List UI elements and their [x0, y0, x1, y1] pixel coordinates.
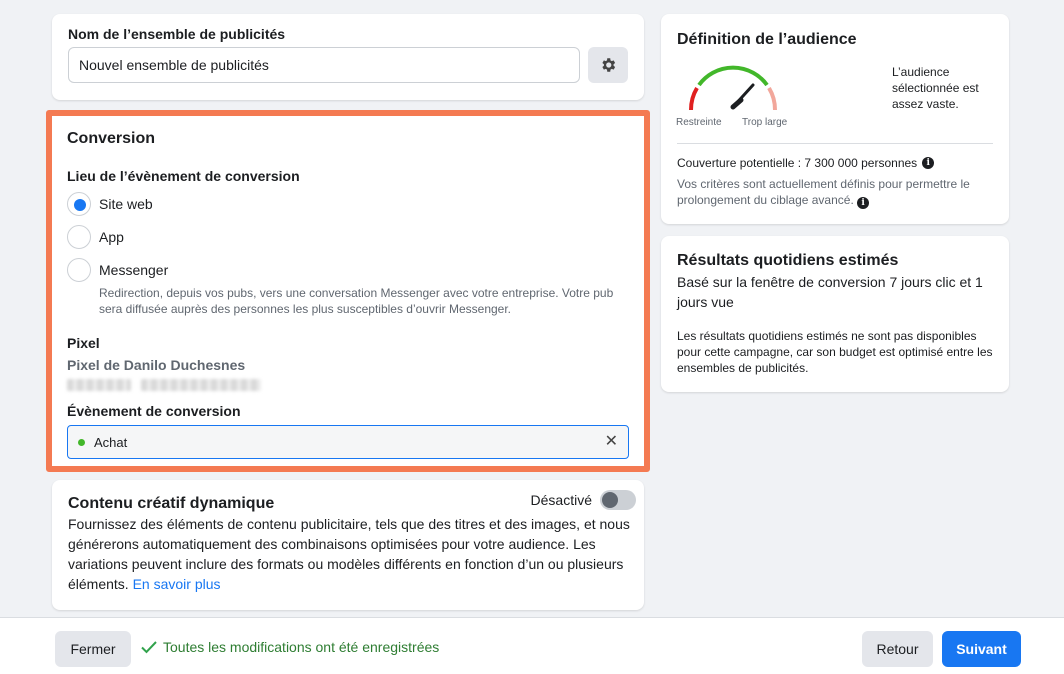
dynamic-creative-title: Contenu créatif dynamique: [68, 495, 275, 512]
radio-option-messenger[interactable]: Messenger: [67, 258, 629, 282]
radio-label: Messenger: [99, 262, 169, 278]
pixel-name: Pixel de Danilo Duchesnes: [67, 357, 246, 373]
close-icon[interactable]: ✕: [605, 434, 618, 450]
potential-reach-text: Couverture potentielle : 7 300 000 perso…: [677, 156, 918, 170]
adset-name-card: Nom de l’ensemble de publicités Nouvel e…: [52, 14, 644, 100]
settings-button[interactable]: [588, 47, 628, 83]
back-button[interactable]: Retour: [862, 631, 933, 667]
toggle-label: Désactivé: [530, 492, 592, 508]
info-icon[interactable]: i: [857, 197, 870, 209]
dynamic-creative-card: Contenu créatif dynamique Désactivé Four…: [52, 480, 644, 610]
results-note: Les résultats quotidiens estimés ne sont…: [677, 329, 993, 375]
radio-option-website[interactable]: Site web: [67, 192, 629, 216]
gear-icon: [602, 58, 616, 72]
conversion-event-value: Achat: [94, 434, 128, 450]
footer-bar: Fermer Toutes les modifications ont été …: [0, 617, 1064, 674]
gauge-label-narrow: Restreinte: [676, 117, 722, 128]
radio-button[interactable]: [67, 258, 91, 282]
potential-reach: Couverture potentielle : 7 300 000 perso…: [677, 156, 935, 170]
results-subtitle: Basé sur la fenêtre de conversion 7 jour…: [677, 274, 983, 310]
daily-results-card: Résultats quotidiens estimés Basé sur la…: [661, 236, 1009, 392]
audience-size-message: L’audience sélectionnée est assez vaste.: [892, 65, 979, 111]
conversion-card: Conversion Lieu de l’évènement de conver…: [46, 110, 650, 472]
adset-name-input[interactable]: Nouvel ensemble de publicités: [68, 47, 580, 83]
dynamic-creative-toggle[interactable]: [600, 490, 636, 510]
targeting-note-text: Vos critères sont actuellement définis p…: [677, 177, 970, 207]
radio-label: Site web: [99, 196, 153, 212]
divider: [677, 143, 993, 144]
targeting-note: Vos critères sont actuellement définis p…: [677, 176, 997, 209]
audience-gauge-icon: [688, 65, 778, 111]
info-icon[interactable]: i: [922, 157, 935, 169]
radio-button[interactable]: [67, 192, 91, 216]
conversion-event-title: Évènement de conversion: [67, 403, 241, 419]
adset-name-title: Nom de l’ensemble de publicités: [68, 26, 286, 42]
status-dot-icon: [78, 438, 85, 446]
learn-more-link[interactable]: En savoir plus: [133, 576, 221, 592]
messenger-helper-text: Redirection, depuis vos pubs, vers une c…: [99, 286, 614, 316]
conversion-title: Conversion: [67, 130, 156, 147]
next-button[interactable]: Suivant: [942, 631, 1021, 667]
radio-option-app[interactable]: App: [67, 225, 629, 249]
dynamic-creative-toggle-wrap: Désactivé: [531, 490, 636, 510]
audience-title: Définition de l’audience: [677, 31, 857, 48]
gauge-label-broad: Trop large: [742, 117, 788, 128]
save-status-text: Toutes les modifications ont été enregis…: [163, 639, 440, 655]
checkmark-icon: [141, 641, 157, 654]
radio-label: App: [99, 229, 124, 245]
conversion-event-select[interactable]: Achat ✕: [67, 425, 629, 459]
save-status: Toutes les modifications ont été enregis…: [141, 639, 439, 655]
results-title: Résultats quotidiens estimés: [677, 252, 899, 269]
close-button[interactable]: Fermer: [55, 631, 131, 667]
conversion-location-title: Lieu de l’évènement de conversion: [67, 168, 300, 184]
pixel-title: Pixel: [67, 335, 100, 351]
radio-button[interactable]: [67, 225, 91, 249]
dynamic-creative-description: Fournissez des éléments de contenu publi…: [68, 514, 634, 594]
audience-definition-card: Définition de l’audience Restreinte Trop…: [661, 14, 1009, 224]
pixel-id-redacted: [67, 379, 629, 391]
